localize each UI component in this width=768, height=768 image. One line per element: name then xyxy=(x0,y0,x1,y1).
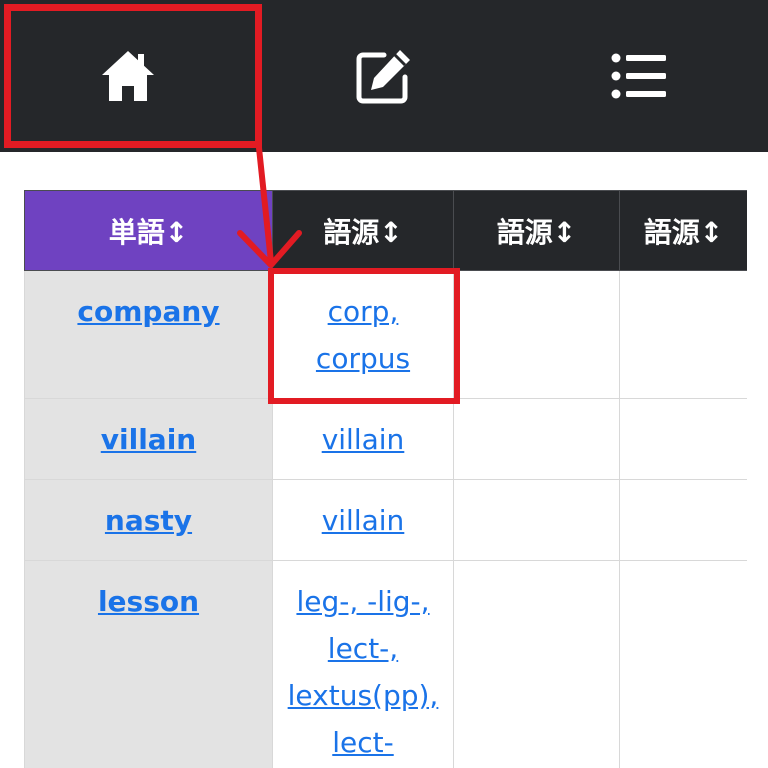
etymology-cell: villain xyxy=(272,398,454,480)
etymology-link[interactable]: villain xyxy=(322,504,405,537)
etymology-link[interactable]: corp, xyxy=(328,295,399,328)
word-link[interactable]: villain xyxy=(101,423,196,456)
nav-edit-button[interactable] xyxy=(256,0,512,152)
etymology-link[interactable]: lextus(pp), xyxy=(288,679,439,712)
etymology-table-container: 単語↕ 語源↕ 語源↕ 語源↕ company corp, corpus vil… xyxy=(24,190,747,768)
etymology-cell-empty xyxy=(619,479,747,561)
list-icon xyxy=(611,53,666,99)
header-etymology-sort[interactable]: 語源↕ xyxy=(272,190,454,271)
nav-home-button[interactable] xyxy=(0,0,256,152)
etymology-cell-empty xyxy=(453,560,620,768)
table-header-row: 単語↕ 語源↕ 語源↕ 語源↕ xyxy=(24,190,747,271)
word-cell: villain xyxy=(24,398,273,480)
edit-icon xyxy=(356,50,410,104)
nav-list-button[interactable] xyxy=(512,0,768,152)
etymology-cell-empty xyxy=(453,479,620,561)
table-row: villain villain xyxy=(24,398,747,480)
etymology-cell: corp, corpus xyxy=(272,270,454,399)
etymology-cell-empty xyxy=(619,398,747,480)
header-etymology-sort[interactable]: 語源↕ xyxy=(453,190,620,271)
etymology-cell-empty xyxy=(453,270,620,399)
etymology-cell-empty xyxy=(619,560,747,768)
word-cell: company xyxy=(24,270,273,399)
etymology-cell: villain xyxy=(272,479,454,561)
word-cell: nasty xyxy=(24,479,273,561)
etymology-link[interactable]: lect-, xyxy=(328,632,398,665)
word-link[interactable]: lesson xyxy=(98,585,199,618)
word-link[interactable]: company xyxy=(77,295,219,328)
table-row: company corp, corpus xyxy=(24,270,747,399)
header-word-sort[interactable]: 単語↕ xyxy=(24,190,273,271)
header-etymology-sort[interactable]: 語源↕ xyxy=(619,190,747,271)
etymology-cell-empty xyxy=(453,398,620,480)
home-icon xyxy=(102,51,154,101)
word-cell: lesson xyxy=(24,560,273,768)
word-link[interactable]: nasty xyxy=(105,504,192,537)
etymology-cell-empty xyxy=(619,270,747,399)
etymology-link[interactable]: lect- xyxy=(332,726,393,759)
top-nav-bar xyxy=(0,0,768,152)
etymology-link[interactable]: villain xyxy=(322,423,405,456)
table-row: nasty villain xyxy=(24,479,747,561)
etymology-link[interactable]: corpus xyxy=(316,342,410,375)
etymology-cell: leg-, -lig-, lect-, lextus(pp), lect- xyxy=(272,560,454,768)
etymology-link[interactable]: leg-, -lig-, xyxy=(296,585,429,618)
table-row: lesson leg-, -lig-, lect-, lextus(pp), l… xyxy=(24,560,747,768)
etymology-table: 単語↕ 語源↕ 語源↕ 語源↕ company corp, corpus vil… xyxy=(24,190,747,768)
